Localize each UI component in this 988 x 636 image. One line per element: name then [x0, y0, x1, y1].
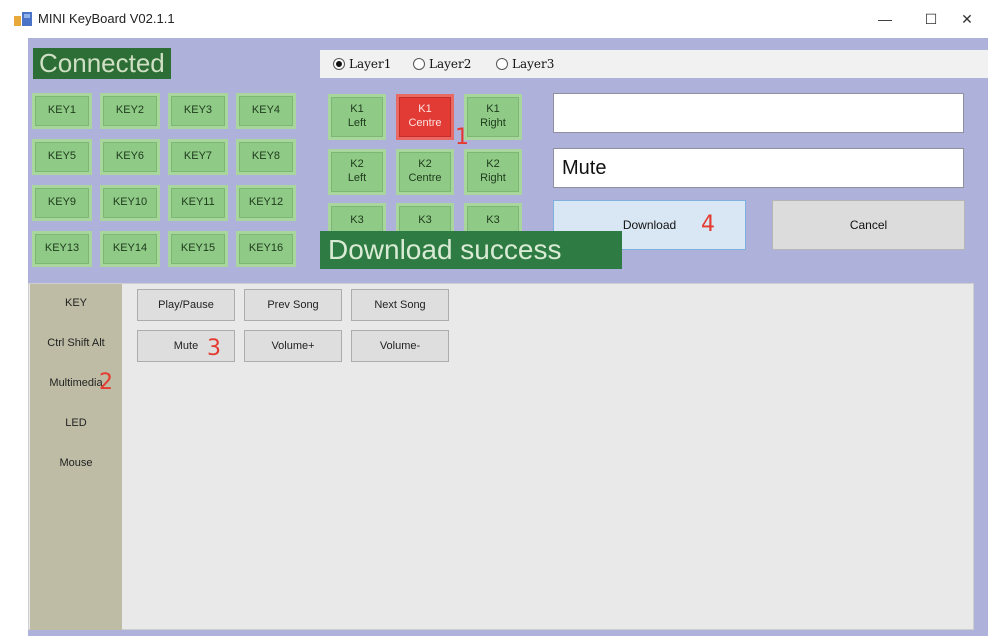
radio-selected-icon [333, 58, 345, 70]
minimize-icon: — [878, 11, 892, 27]
annotation-marker-3: 3 [207, 336, 221, 361]
connection-status: Connected [33, 48, 171, 79]
key8-button[interactable]: KEY8 [236, 139, 296, 175]
key12-button[interactable]: KEY12 [236, 185, 296, 221]
layer3-radio[interactable]: Layer3 [496, 50, 554, 78]
minimize-button[interactable]: — [862, 4, 908, 34]
key4-button[interactable]: KEY4 [236, 93, 296, 129]
key-value-field[interactable] [553, 93, 964, 133]
close-button[interactable]: ✕ [944, 4, 988, 34]
k1-centre-button[interactable]: K1 Centre [396, 94, 454, 140]
key3-button[interactable]: KEY3 [168, 93, 228, 129]
key13-button[interactable]: KEY13 [32, 231, 92, 267]
layer1-radio[interactable]: Layer1 [333, 50, 391, 78]
key15-button[interactable]: KEY15 [168, 231, 228, 267]
key2-button[interactable]: KEY2 [100, 93, 160, 129]
sidebar-item-led[interactable]: LED [30, 417, 122, 429]
key9-button[interactable]: KEY9 [32, 185, 92, 221]
key11-button[interactable]: KEY11 [168, 185, 228, 221]
app-icon [14, 12, 32, 26]
next-song-button[interactable]: Next Song [351, 289, 449, 321]
key16-button[interactable]: KEY16 [236, 231, 296, 267]
maximize-icon: ☐ [924, 10, 938, 27]
sidebar-item-ctrl-shift-alt[interactable]: Ctrl Shift Alt [30, 337, 122, 349]
prev-song-button[interactable]: Prev Song [244, 289, 342, 321]
window-title: MINI KeyBoard V02.1.1 [38, 11, 175, 26]
layer3-label: Layer3 [512, 57, 555, 71]
volume-up-button[interactable]: Volume+ [244, 330, 342, 362]
radio-icon [496, 58, 508, 70]
play-pause-button[interactable]: Play/Pause [137, 289, 235, 321]
key14-button[interactable]: KEY14 [100, 231, 160, 267]
download-status-banner: Download success [320, 231, 622, 269]
k2-right-button[interactable]: K2 Right [464, 149, 522, 195]
annotation-marker-1: 1 [455, 125, 469, 150]
key6-button[interactable]: KEY6 [100, 139, 160, 175]
layer2-label: Layer2 [429, 57, 472, 71]
key1-button[interactable]: KEY1 [32, 93, 92, 129]
function-field[interactable] [553, 148, 964, 188]
cancel-button[interactable]: Cancel [772, 200, 965, 250]
radio-icon [413, 58, 425, 70]
annotation-marker-2: 2 [99, 370, 113, 395]
k1-right-button[interactable]: K1 Right [464, 94, 522, 140]
sidebar-item-mouse[interactable]: Mouse [30, 457, 122, 469]
key10-button[interactable]: KEY10 [100, 185, 160, 221]
sidebar-item-key[interactable]: KEY [30, 297, 122, 309]
key7-button[interactable]: KEY7 [168, 139, 228, 175]
volume-down-button[interactable]: Volume- [351, 330, 449, 362]
k2-left-button[interactable]: K2 Left [328, 149, 386, 195]
close-icon: ✕ [961, 10, 973, 27]
layer2-radio[interactable]: Layer2 [413, 50, 471, 78]
annotation-marker-4: 4 [701, 212, 715, 237]
k2-centre-button[interactable]: K2 Centre [396, 149, 454, 195]
k1-left-button[interactable]: K1 Left [328, 94, 386, 140]
key5-button[interactable]: KEY5 [32, 139, 92, 175]
layer1-label: Layer1 [349, 57, 392, 71]
